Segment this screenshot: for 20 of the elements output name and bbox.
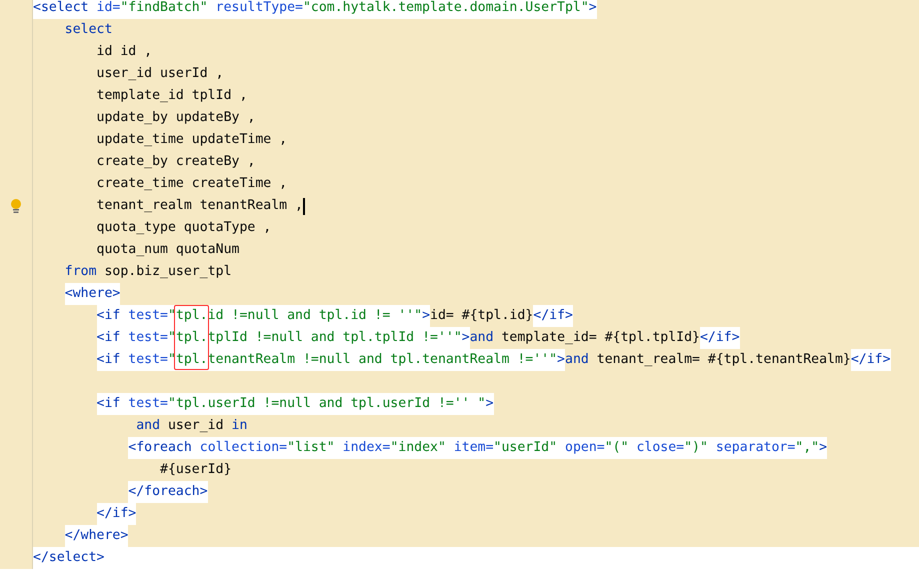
code-line: template_id tplId , [96, 87, 248, 105]
code-line: <select id="findBatch" resultType="com.hytalk.template.domain.UserTpl"> [33, 0, 597, 19]
code-line: </select> [33, 549, 104, 567]
code-line: update_by updateBy , [96, 109, 256, 127]
code-line: id id , [96, 43, 152, 61]
code-line: from sop.biz_user_tpl [64, 263, 232, 281]
code-line: and user_id in [135, 417, 248, 435]
code-line: tenant_realm tenantRealm , [96, 197, 303, 215]
code-line: </if> [33, 503, 136, 525]
code-line: quota_num quotaNum [96, 241, 240, 259]
code-line: create_by createBy , [96, 153, 256, 171]
code-line: user_id userId , [96, 65, 224, 83]
lightbulb-icon[interactable] [10, 198, 22, 214]
code-line: select [64, 21, 112, 39]
code-line: quota_type quotaType , [96, 219, 272, 237]
code-line: create_time createTime , [96, 175, 288, 193]
code-line: <foreach collection="list" index="index" item="userId" open="(" close=")" separator=","> [33, 437, 828, 459]
code-line: </foreach> [33, 481, 208, 503]
code-line: update_time updateTime , [96, 131, 288, 149]
code-line: #{userId} [159, 461, 232, 479]
